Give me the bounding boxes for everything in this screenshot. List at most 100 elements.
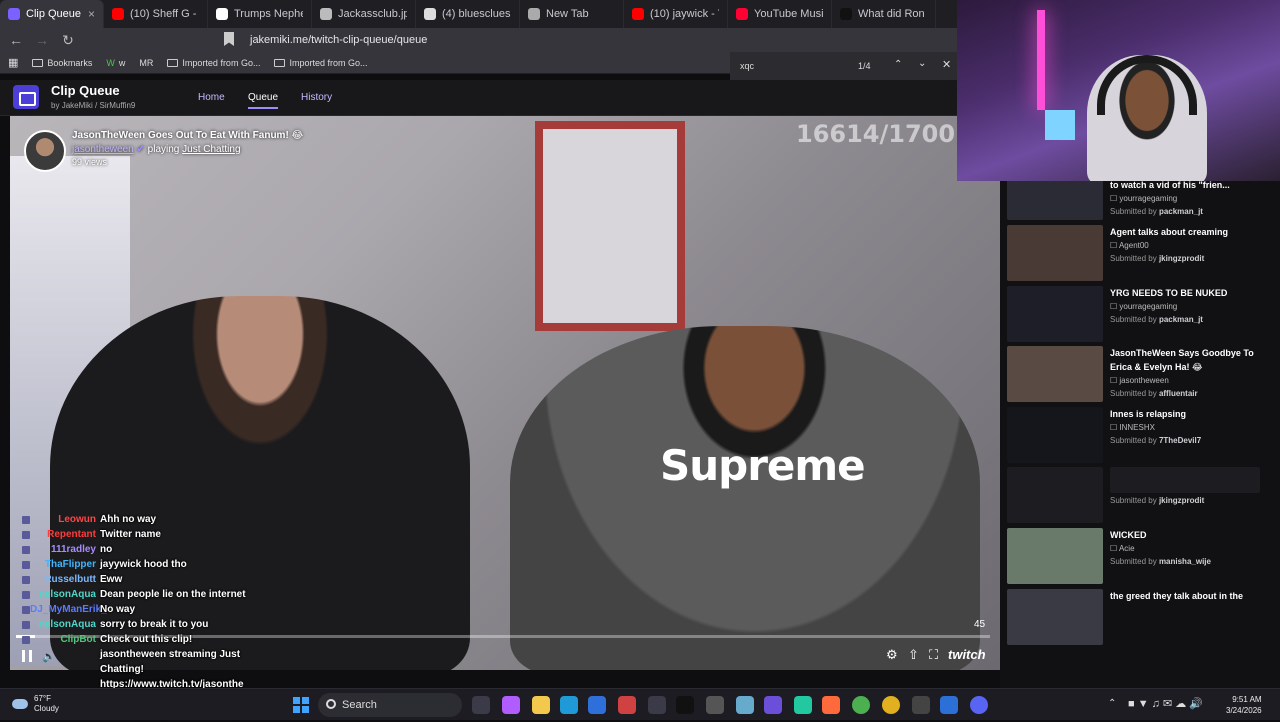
url-field[interactable]: jakemiki.me/twitch-clip-queue/queue bbox=[250, 28, 427, 52]
queue-item[interactable]: Innes is relapsing ☐ INNESHX Submitted by … bbox=[1007, 407, 1272, 467]
bookmark-item[interactable]: Ww bbox=[106, 58, 125, 68]
chat-username[interactable]: nelsonAqua bbox=[30, 589, 100, 600]
share-icon[interactable]: ⇧ bbox=[908, 647, 919, 663]
chrome-icon[interactable] bbox=[852, 696, 870, 714]
app-icon[interactable] bbox=[736, 696, 754, 714]
queue-thumbnail[interactable] bbox=[1007, 467, 1103, 523]
reload-icon[interactable]: ↻ bbox=[58, 32, 78, 49]
queue-item-channel: ☐ Acie bbox=[1110, 544, 1135, 553]
stream-counter-overlay: 16614/1700 bbox=[796, 120, 956, 148]
system-clock[interactable]: 9:51 AM 3/24/2026 bbox=[1226, 694, 1262, 716]
tab-close-icon[interactable]: × bbox=[88, 7, 95, 21]
browser-tab[interactable]: Jackassclub.jpg (76 bbox=[312, 0, 416, 28]
chat-text: jasontheween streaming Just bbox=[100, 649, 241, 660]
cursor-app-icon[interactable] bbox=[648, 696, 666, 714]
badge-icon bbox=[22, 605, 30, 614]
browser-tab[interactable]: Clip Queue × bbox=[0, 0, 104, 28]
author-link[interactable]: SirMuffin9 bbox=[100, 101, 136, 110]
queue-thumbnail[interactable] bbox=[1007, 407, 1103, 463]
queue-thumbnail[interactable] bbox=[1007, 528, 1103, 584]
queue-thumbnail[interactable] bbox=[1007, 286, 1103, 342]
twitch-logo[interactable]: twitch bbox=[948, 647, 986, 662]
copilot-icon[interactable] bbox=[502, 696, 520, 714]
find-close-icon[interactable]: ✕ bbox=[942, 58, 951, 71]
browser-tab[interactable]: (10) Sheff G - DAY N bbox=[104, 0, 208, 28]
find-next-icon[interactable]: ⌄ bbox=[918, 58, 926, 69]
queue-item[interactable]: Submitted by jkingzprodit bbox=[1007, 467, 1272, 527]
fullscreen-icon[interactable]: ⛶ bbox=[929, 647, 938, 663]
tray-overflow-icon[interactable]: ⌃ bbox=[1108, 698, 1116, 709]
nav-home[interactable]: Home bbox=[198, 92, 225, 103]
queue-thumbnail[interactable] bbox=[1007, 346, 1103, 402]
queue-item[interactable]: YRG NEEDS TO BE NUKED ☐ yourragegaming Sub… bbox=[1007, 286, 1272, 346]
bookmark-item[interactable]: Bookmarks bbox=[32, 58, 92, 68]
app-icon[interactable] bbox=[794, 696, 812, 714]
queue-item-title: Agent talks about creaming bbox=[1110, 227, 1229, 237]
capcut-icon[interactable] bbox=[676, 696, 694, 714]
browser-tab[interactable]: (4) bluesclues124's bbox=[416, 0, 520, 28]
queue-item[interactable]: WICKED ☐ Acie Submitted by manisha_wije bbox=[1007, 528, 1272, 588]
queue-item-submitter: Submitted by affluentair bbox=[1110, 389, 1198, 398]
chat-username[interactable]: nelsonAqua bbox=[30, 619, 100, 630]
back-icon[interactable]: ← bbox=[6, 32, 26, 48]
clip-category-link[interactable]: Just Chatting bbox=[182, 144, 240, 155]
chat-username[interactable]: 111radley bbox=[30, 544, 100, 555]
browser-tab[interactable]: YouTube Music bbox=[728, 0, 832, 28]
queue-thumbnail[interactable] bbox=[1007, 225, 1103, 281]
taskbar-search[interactable]: Search bbox=[318, 693, 462, 717]
chat-username[interactable]: ThaFlipper bbox=[30, 559, 100, 570]
settings-icon[interactable] bbox=[706, 696, 724, 714]
chat-username[interactable]: Repentant bbox=[30, 529, 100, 540]
tab-label: Trumps Nephew on bbox=[234, 8, 303, 20]
chat-username[interactable]: ClipBot bbox=[30, 634, 100, 645]
badge-icon bbox=[22, 590, 30, 599]
chat-username[interactable]: Leowun bbox=[30, 514, 100, 525]
queue-item[interactable]: Agent talks about creaming ☐ Agent00 Submi… bbox=[1007, 225, 1272, 285]
nav-history[interactable]: History bbox=[301, 92, 332, 103]
settings-gear-icon[interactable]: ⚙ bbox=[886, 647, 898, 663]
app-icon[interactable] bbox=[618, 696, 636, 714]
chat-message: 111radley no bbox=[0, 542, 112, 557]
queue-item[interactable]: JasonTheWeen Says Goodbye To Erica & Eve… bbox=[1007, 346, 1272, 406]
find-input[interactable]: xqc bbox=[740, 61, 754, 71]
app-icon[interactable] bbox=[912, 696, 930, 714]
store-icon[interactable] bbox=[588, 696, 606, 714]
bookmark-item[interactable]: Imported from Go... bbox=[167, 58, 260, 68]
weather-widget[interactable]: 67°F Cloudy bbox=[12, 694, 59, 714]
chat-username[interactable]: Russelbutt bbox=[30, 574, 100, 585]
edge-icon[interactable] bbox=[560, 696, 578, 714]
queue-thumbnail[interactable] bbox=[1007, 589, 1103, 645]
bookmark-item[interactable]: MR bbox=[139, 58, 153, 68]
chrome-canary-icon[interactable] bbox=[882, 696, 900, 714]
task-view-icon[interactable] bbox=[472, 696, 490, 714]
clip-channel-link[interactable]: jasontheween bbox=[72, 144, 134, 155]
nav-queue[interactable]: Queue bbox=[248, 92, 279, 109]
chat-badges bbox=[0, 575, 30, 584]
browser-tab[interactable]: What did Ron do to bbox=[832, 0, 936, 28]
author-link[interactable]: JakeMiki bbox=[62, 101, 93, 110]
browser-tab[interactable]: (10) jaywick - YouTu bbox=[624, 0, 728, 28]
queue-item[interactable]: the greed they talk about in the bbox=[1007, 589, 1272, 649]
browser-tab[interactable]: New Tab bbox=[520, 0, 624, 28]
clip-queue-logo-icon[interactable] bbox=[13, 85, 39, 109]
clip-channel-avatar[interactable] bbox=[24, 130, 66, 172]
file-explorer-icon[interactable] bbox=[532, 696, 550, 714]
find-prev-icon[interactable]: ⌃ bbox=[894, 59, 902, 70]
browser-tab[interactable]: Trumps Nephew on bbox=[208, 0, 312, 28]
forward-icon[interactable]: → bbox=[32, 32, 52, 48]
tray-icons[interactable]: ■ ▼ ♫ ✉ ☁ 🔊 bbox=[1128, 697, 1203, 710]
app-header: Clip Queue by JakeMiki / SirMuffin9 Home… bbox=[0, 80, 1000, 116]
bookmark-item[interactable]: Imported from Go... bbox=[274, 58, 367, 68]
apps-grid-icon[interactable]: ▦ bbox=[8, 56, 18, 69]
tab-favicon-icon bbox=[736, 8, 748, 20]
discord-icon[interactable] bbox=[970, 696, 988, 714]
tab-favicon-icon bbox=[8, 8, 20, 20]
brave-icon[interactable] bbox=[822, 696, 840, 714]
app-icon[interactable] bbox=[764, 696, 782, 714]
windows-start-icon[interactable] bbox=[293, 697, 309, 713]
search-icon bbox=[326, 699, 336, 709]
app-icon[interactable] bbox=[940, 696, 958, 714]
tab-favicon-icon bbox=[320, 8, 332, 20]
bookmark-icon[interactable] bbox=[224, 32, 234, 46]
chat-username[interactable]: DJ_MyManErik_ bbox=[30, 604, 107, 615]
